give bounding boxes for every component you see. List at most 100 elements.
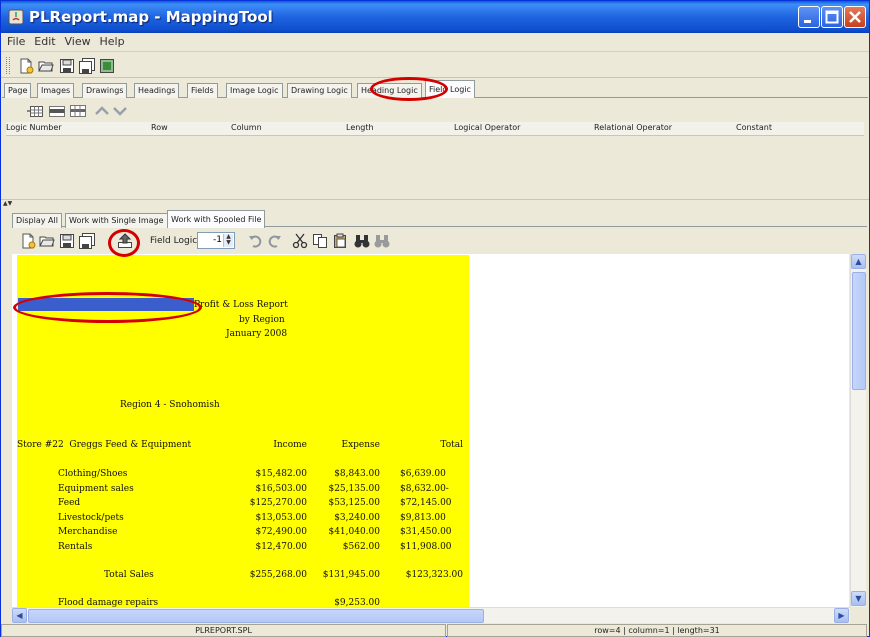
report-title: Profit & Loss Report xyxy=(194,300,288,310)
menu-view[interactable]: View xyxy=(61,33,93,50)
app-window: PLReport.map - MappingTool File Edit Vie… xyxy=(0,0,870,637)
total-sales-income: $255,268.00 xyxy=(249,570,307,580)
minimize-button[interactable] xyxy=(798,6,820,28)
save-all-icon[interactable] xyxy=(79,233,95,249)
delete-row-icon[interactable] xyxy=(49,103,65,119)
row-label: Feed xyxy=(58,498,81,508)
minimize-icon xyxy=(804,20,811,23)
redo-icon[interactable] xyxy=(267,233,283,249)
row-expense: $25,135.00 xyxy=(328,484,380,494)
status-cursor-position: row=4 | column=1 | length=31 xyxy=(447,624,867,637)
column-logic-number[interactable]: Logic Number xyxy=(6,123,62,132)
scroll-down-arrow-icon[interactable]: ▼ xyxy=(851,591,866,606)
row-total: $9,813.00 xyxy=(400,513,446,523)
upload-button-annotation xyxy=(108,229,140,257)
open-folder-icon[interactable] xyxy=(38,58,54,74)
tab-headings[interactable]: Headings xyxy=(134,83,180,98)
report-date: January 2008 xyxy=(226,329,288,339)
horizontal-scrollbar[interactable]: ◀ ▶ xyxy=(12,607,850,623)
new-file-icon[interactable] xyxy=(20,233,36,249)
row-income: $13,053.00 xyxy=(255,513,307,523)
selected-field-annotation xyxy=(13,292,202,323)
scroll-right-arrow-icon[interactable]: ▶ xyxy=(834,608,849,623)
tab-page[interactable]: Page xyxy=(4,83,32,98)
tab-display-all[interactable]: Display All xyxy=(12,213,62,228)
field-logic-tab-annotation xyxy=(370,77,448,101)
column-row[interactable]: Row xyxy=(151,123,168,132)
scroll-left-arrow-icon[interactable]: ◀ xyxy=(12,608,27,623)
row-income: $16,503.00 xyxy=(255,484,307,494)
flood-repairs-label: Flood damage repairs xyxy=(58,598,159,607)
undo-icon[interactable] xyxy=(247,233,263,249)
save-all-icon[interactable] xyxy=(79,58,95,74)
status-bar: PLREPORT.SPL row=4 | column=1 | length=3… xyxy=(1,624,869,637)
tab-image-logic[interactable]: Image Logic xyxy=(226,83,283,98)
split-pane-divider[interactable]: ▲▼ xyxy=(1,199,869,207)
maximize-icon xyxy=(825,10,839,24)
tab-drawings[interactable]: Drawings xyxy=(82,83,128,98)
row-income: $72,490.00 xyxy=(255,527,307,537)
menu-file[interactable]: File xyxy=(4,33,28,50)
open-folder-icon[interactable] xyxy=(39,233,55,249)
region-name: Region 4 - Snohomish xyxy=(120,400,220,410)
find-next-icon[interactable] xyxy=(374,233,390,249)
row-total: $31,450.00 xyxy=(400,527,452,537)
new-file-icon[interactable] xyxy=(18,58,34,74)
field-logic-value[interactable]: -1 xyxy=(213,235,222,245)
image-preview-icon[interactable] xyxy=(99,58,115,74)
column-constant[interactable]: Constant xyxy=(736,123,772,132)
column-column[interactable]: Column xyxy=(231,123,262,132)
store-name: Store #22 Greggs Feed & Equipment xyxy=(17,440,192,450)
paste-icon[interactable] xyxy=(332,233,348,249)
row-label: Clothing/Shoes xyxy=(58,469,128,479)
tab-drawing-logic[interactable]: Drawing Logic xyxy=(287,83,352,98)
save-icon[interactable] xyxy=(59,233,75,249)
close-icon xyxy=(849,11,861,23)
find-icon[interactable] xyxy=(354,233,370,249)
column-relational-operator[interactable]: Relational Operator xyxy=(594,123,672,132)
toolbar-grip[interactable] xyxy=(6,57,10,74)
row-total: $72,145.00 xyxy=(400,498,452,508)
vertical-scrollbar[interactable]: ▲ ▼ xyxy=(850,254,866,607)
row-income: $15,482.00 xyxy=(255,469,307,479)
column-length[interactable]: Length xyxy=(346,123,374,132)
total-sales-label: Total Sales xyxy=(104,570,154,580)
scroll-up-arrow-icon[interactable]: ▲ xyxy=(851,254,866,269)
save-icon[interactable] xyxy=(59,58,75,74)
tab-images[interactable]: Images xyxy=(37,83,75,98)
close-button[interactable] xyxy=(844,6,866,28)
field-logic-table-header: Logic Number Row Column Length Logical O… xyxy=(6,122,864,136)
menu-help[interactable]: Help xyxy=(96,33,127,50)
report-subtitle: by Region xyxy=(239,315,285,325)
view-tab-strip: Display All Work with Single Image Work … xyxy=(12,210,867,228)
status-file-name: PLREPORT.SPL xyxy=(1,624,446,637)
main-toolbar xyxy=(1,53,869,78)
menu-edit[interactable]: Edit xyxy=(31,33,58,50)
tab-fields[interactable]: Fields xyxy=(187,83,218,98)
insert-row-icon[interactable] xyxy=(27,103,43,119)
title-bar[interactable]: PLReport.map - MappingTool xyxy=(1,1,869,33)
tab-work-with-single-image[interactable]: Work with Single Image xyxy=(65,213,168,228)
java-app-icon xyxy=(8,9,24,25)
table-icon[interactable] xyxy=(70,103,86,119)
row-label: Merchandise xyxy=(58,527,118,537)
row-expense: $3,240.00 xyxy=(334,513,380,523)
row-expense: $41,040.00 xyxy=(328,527,380,537)
field-logic-spinner[interactable]: -1 ▲ ▼ xyxy=(197,232,235,249)
move-down-icon[interactable] xyxy=(112,103,128,119)
copy-icon[interactable] xyxy=(312,233,328,249)
field-logic-toolbar xyxy=(2,99,868,121)
maximize-button[interactable] xyxy=(821,6,843,28)
horizontal-scroll-thumb[interactable] xyxy=(28,609,484,623)
splitter-arrows-icon[interactable]: ▲▼ xyxy=(3,200,12,207)
column-logical-operator[interactable]: Logical Operator xyxy=(454,123,520,132)
cut-icon[interactable] xyxy=(292,233,308,249)
tab-work-with-spooled-file[interactable]: Work with Spooled File xyxy=(167,210,266,228)
move-up-icon[interactable] xyxy=(94,103,110,119)
total-sales-total: $123,323.00 xyxy=(405,570,463,580)
row-label: Livestock/pets xyxy=(58,513,124,523)
field-logic-table-body[interactable] xyxy=(6,136,864,198)
spinner-arrows-icon[interactable]: ▲ ▼ xyxy=(223,234,233,247)
vertical-scroll-thumb[interactable] xyxy=(852,272,866,390)
row-label: Equipment sales xyxy=(58,484,134,494)
